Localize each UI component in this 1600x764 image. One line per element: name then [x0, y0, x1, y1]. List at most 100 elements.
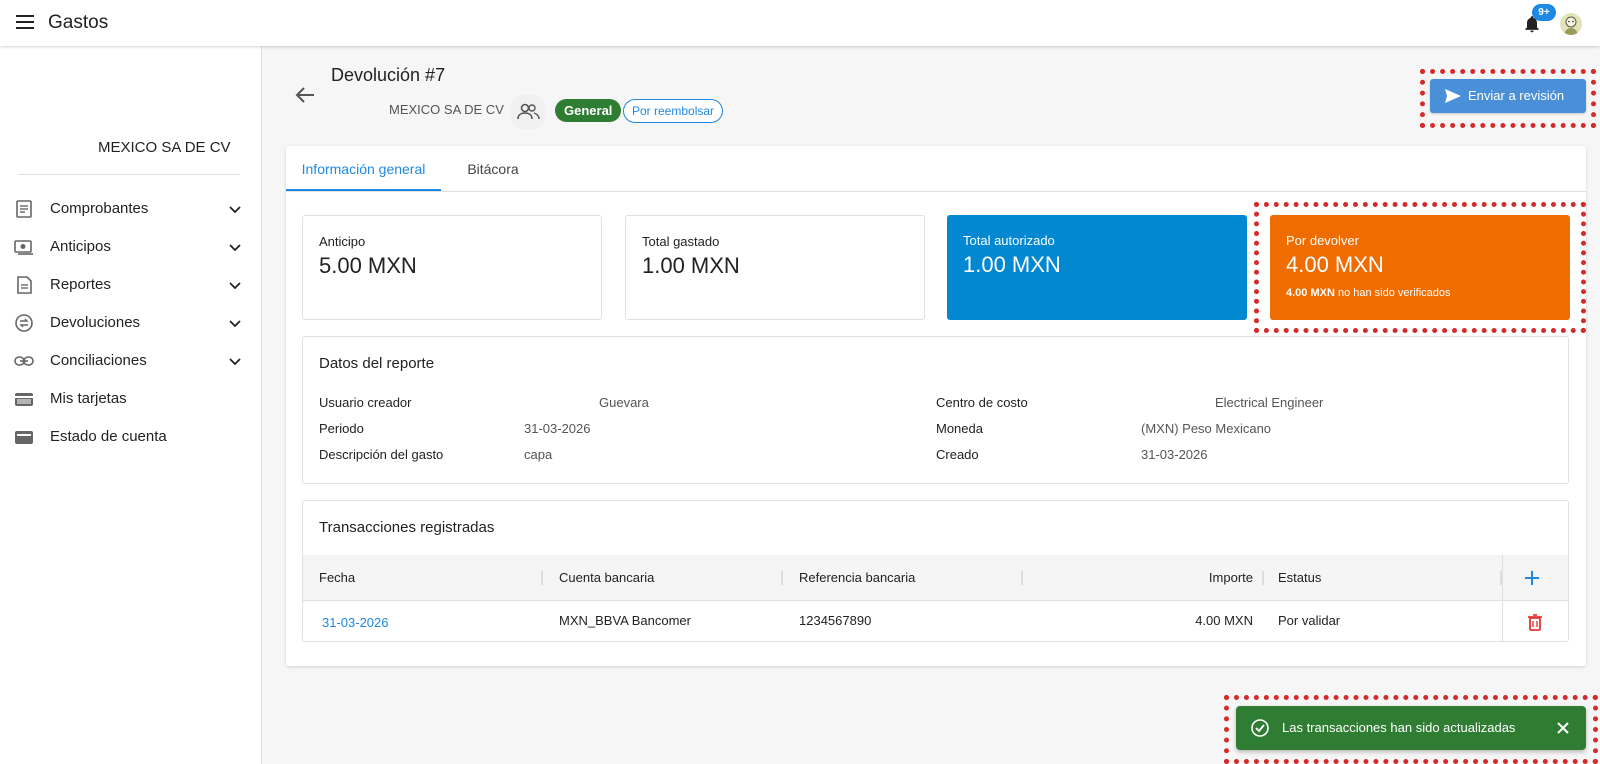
add-transaction-icon[interactable]	[1523, 569, 1541, 587]
stat-value: 5.00 MXN	[319, 253, 417, 278]
centro-value: Electrical Engineer	[1215, 395, 1324, 410]
transaction-estatus: Por validar	[1278, 613, 1341, 628]
transaction-referencia: 1234567890	[799, 613, 872, 628]
send-button-label: Enviar a revisión	[1468, 88, 1565, 103]
status-badge-por-reembolsar: Por reembolsar	[623, 99, 724, 123]
chevron-down-icon[interactable]	[228, 240, 242, 254]
chevron-down-icon[interactable]	[228, 316, 242, 330]
exchange-icon	[15, 314, 33, 332]
column-header-fecha[interactable]: Fecha	[319, 570, 355, 585]
status-badge-general: General	[555, 99, 622, 122]
actions-column-divider	[1502, 555, 1503, 642]
table-header: Fecha Cuenta bancaria Referencia bancari…	[303, 555, 1568, 601]
sidebar-item-label: Comprobantes	[50, 200, 149, 217]
people-icon[interactable]	[510, 94, 546, 130]
creado-value: 31-03-2026	[1141, 447, 1208, 462]
top-app-bar: Gastos 9+	[0, 0, 1600, 46]
column-separator	[1021, 571, 1023, 585]
column-header-importe[interactable]: Importe	[1173, 570, 1253, 585]
active-tab-indicator	[286, 189, 441, 191]
descripcion-label: Descripción del gasto	[319, 447, 444, 462]
notification-badge: 9+	[1532, 4, 1556, 21]
periodo-value: 31-03-2026	[524, 421, 591, 436]
column-header-cuenta[interactable]: Cuenta bancaria	[559, 570, 654, 585]
stat-note-amount: 4.00 MXN	[1286, 287, 1335, 299]
sidebar-item-devoluciones[interactable]: Devoluciones	[0, 304, 262, 342]
stat-label: Por devolver	[1286, 233, 1359, 248]
moneda-label: Moneda	[936, 421, 983, 436]
sidebar-item-comprobantes[interactable]: Comprobantes	[0, 190, 262, 228]
sidebar-item-estado-de-cuenta[interactable]: Estado de cuenta	[0, 418, 262, 456]
stat-value: 1.00 MXN	[642, 253, 740, 278]
stat-card-anticipo: Anticipo 5.00 MXN	[302, 215, 602, 320]
column-separator	[781, 571, 783, 585]
stat-note: 4.00 MXN no han sido verificados	[1286, 287, 1451, 299]
report-icon	[17, 276, 32, 294]
sidebar-item-label: Conciliaciones	[50, 352, 147, 369]
snackbar: Las transacciones han sido actualizadas	[1236, 706, 1586, 750]
stat-label: Total gastado	[642, 234, 720, 249]
back-arrow-icon[interactable]	[294, 86, 316, 104]
column-header-estatus[interactable]: Estatus	[1278, 570, 1321, 585]
sidebar-item-label: Anticipos	[50, 238, 111, 255]
sidebar-item-label: Estado de cuenta	[50, 428, 167, 445]
stat-card-total-gastado: Total gastado 1.00 MXN	[625, 215, 925, 320]
moneda-value: (MXN) Peso Mexicano	[1141, 421, 1272, 436]
wallet-icon	[15, 431, 33, 444]
card-icon	[15, 393, 33, 406]
receipt-icon	[16, 200, 32, 218]
send-to-review-button[interactable]: Enviar a revisión	[1430, 79, 1586, 113]
sidebar-item-mis-tarjetas[interactable]: Mis tarjetas	[0, 380, 262, 418]
sidebar-company-name: MEXICO SA DE CV	[98, 139, 231, 156]
page-title: Devolución #7	[331, 65, 446, 85]
link-icon	[14, 356, 34, 366]
column-header-referencia[interactable]: Referencia bancaria	[799, 570, 915, 585]
money-icon	[14, 240, 33, 255]
transaction-importe: 4.00 MXN	[1195, 613, 1253, 628]
app-title: Gastos	[48, 12, 109, 33]
delete-icon[interactable]	[1527, 613, 1543, 631]
stat-value: 1.00 MXN	[963, 252, 1061, 277]
usuario-label: Usuario creador	[319, 395, 412, 410]
column-separator	[1262, 571, 1264, 585]
stat-note-text: no han sido verificados	[1337, 287, 1451, 299]
transactions-section: Transacciones registradas Fecha Cuenta b…	[302, 500, 1569, 642]
send-icon	[1445, 89, 1461, 103]
stat-value: 4.00 MXN	[1286, 252, 1384, 277]
stat-card-por-devolver: Por devolver 4.00 MXN 4.00 MXN no han si…	[1270, 215, 1570, 320]
stat-label: Total autorizado	[963, 233, 1055, 248]
centro-label: Centro de costo	[936, 395, 1028, 410]
stat-label: Anticipo	[319, 234, 366, 249]
divider	[18, 174, 240, 175]
sidebar-item-label: Reportes	[50, 276, 111, 293]
stat-card-total-autorizado: Total autorizado 1.00 MXN	[947, 215, 1247, 320]
close-icon[interactable]	[1554, 719, 1572, 737]
sidebar-item-label: Devoluciones	[50, 314, 141, 331]
section-title: Datos del reporte	[319, 355, 435, 372]
report-data-section: Datos del reporte Usuario creador Guevar…	[302, 336, 1569, 484]
tab-informacion-general[interactable]: Información general	[286, 146, 441, 192]
descripcion-value: capa	[524, 447, 553, 462]
transaction-cuenta: MXN_BBVA Bancomer	[559, 613, 691, 628]
check-circle-icon	[1251, 719, 1269, 737]
chevron-down-icon[interactable]	[228, 202, 242, 216]
sidebar-item-label: Mis tarjetas	[50, 390, 127, 407]
snackbar-message: Las transacciones han sido actualizadas	[1282, 720, 1516, 735]
sidebar-item-anticipos[interactable]: Anticipos	[0, 228, 262, 266]
sidebar-item-conciliaciones[interactable]: Conciliaciones	[0, 342, 262, 380]
tab-bitacora[interactable]: Bitácora	[455, 146, 531, 192]
sidebar-item-reportes[interactable]: Reportes	[0, 266, 262, 304]
avatar[interactable]	[1560, 13, 1582, 35]
header-company: MEXICO SA DE CV	[389, 102, 504, 117]
creado-label: Creado	[936, 447, 979, 462]
section-title: Transacciones registradas	[319, 519, 495, 536]
column-separator	[541, 571, 543, 585]
menu-icon[interactable]	[16, 15, 34, 29]
periodo-label: Periodo	[319, 421, 364, 436]
chevron-down-icon[interactable]	[228, 354, 242, 368]
transaction-date-link[interactable]: 31-03-2026	[322, 615, 389, 630]
tabs-divider	[286, 191, 1586, 192]
usuario-value: Guevara	[599, 395, 649, 410]
chevron-down-icon[interactable]	[228, 278, 242, 292]
sidebar: MEXICO SA DE CV Comprobantes Anticipos R…	[0, 46, 262, 764]
